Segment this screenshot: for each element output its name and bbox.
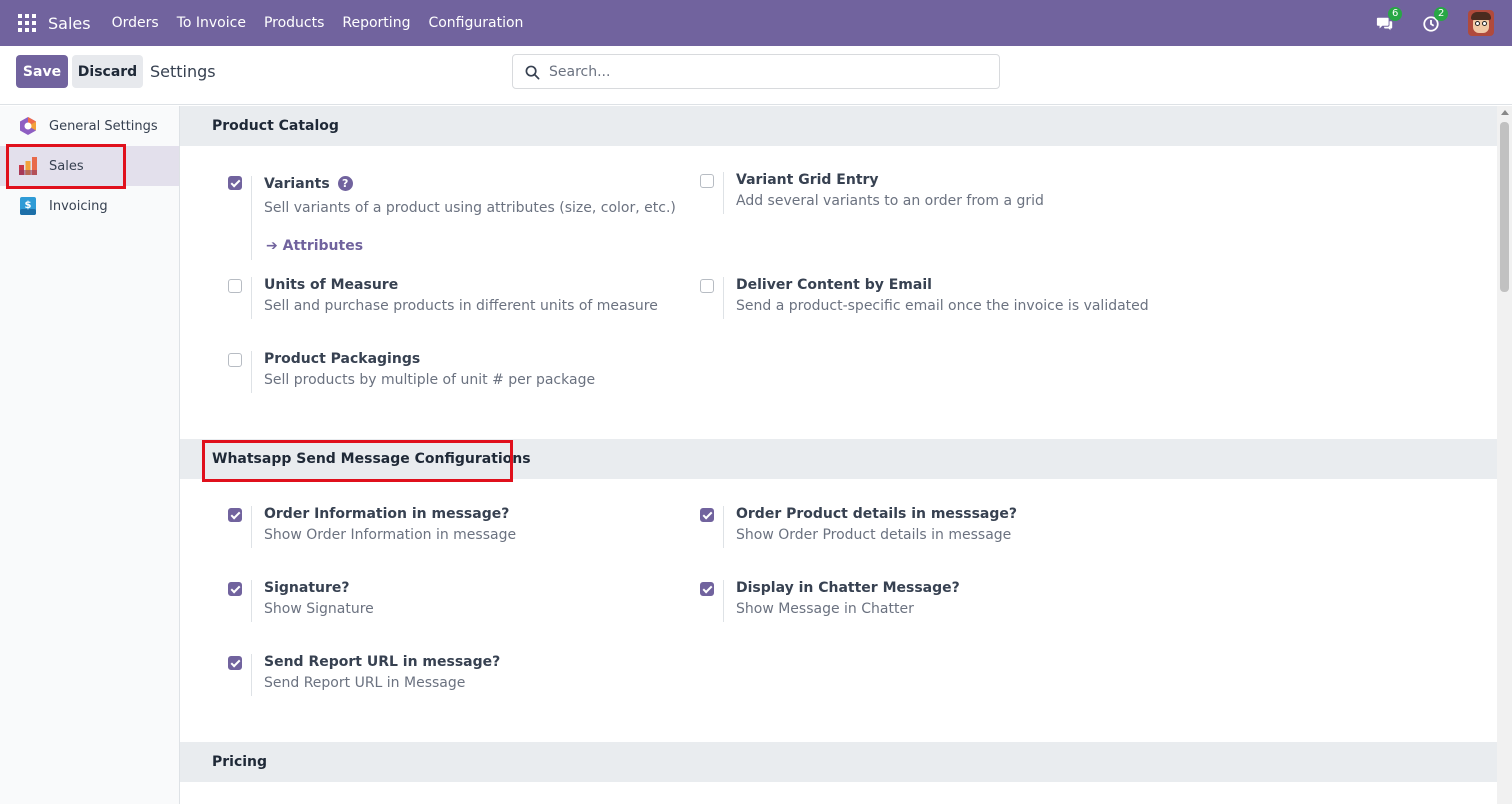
setting-title: Product Packagings (264, 351, 421, 367)
messages-count-badge: 6 (1388, 7, 1403, 21)
attributes-link[interactable]: ➔ Attributes (266, 238, 363, 254)
display-in-chatter-checkbox[interactable] (700, 582, 714, 596)
menu-configuration[interactable]: Configuration (419, 15, 532, 31)
setting-description: Sell and purchase products in different … (264, 298, 658, 314)
section-header-product-catalog: Product Catalog (180, 106, 1497, 146)
menu-products[interactable]: Products (255, 15, 333, 31)
search-box[interactable] (512, 54, 1000, 89)
setting-description: Show Order Information in message (264, 527, 517, 543)
setting-send-report-url: Send Report URL in message? Send Report … (228, 654, 648, 698)
variants-checkbox[interactable] (228, 176, 242, 190)
send-report-url-checkbox[interactable] (228, 656, 242, 670)
setting-description: Send a product-specific email once the i… (736, 298, 1149, 314)
content-scrollbar[interactable] (1497, 106, 1512, 804)
setting-description: Sell variants of a product using attribu… (264, 200, 676, 216)
invoicing-app-icon: $ (18, 196, 38, 216)
setting-order-product-details: Order Product details in messsage? Show … (700, 506, 1120, 550)
section-header-pricing: Pricing (180, 742, 1497, 782)
menu-to-invoice[interactable]: To Invoice (168, 15, 255, 31)
deliver-content-by-email-checkbox[interactable] (700, 279, 714, 293)
setting-description: Add several variants to an order from a … (736, 193, 1044, 209)
product-packagings-checkbox[interactable] (228, 353, 242, 367)
activities-count-badge: 2 (1434, 7, 1449, 21)
settings-content: Product Catalog Variants? Sell variants … (180, 106, 1497, 804)
top-navbar: Sales Orders To Invoice Products Reporti… (0, 0, 1512, 46)
scrollbar-thumb[interactable] (1500, 122, 1509, 292)
navbar-systray: 6 2 (1376, 0, 1512, 46)
order-information-checkbox[interactable] (228, 508, 242, 522)
section-title: Pricing (212, 754, 268, 770)
order-product-details-checkbox[interactable] (700, 508, 714, 522)
activities-button[interactable]: 2 (1422, 7, 1449, 33)
app-brand[interactable]: Sales (48, 14, 91, 33)
setting-variants: Variants? Sell variants of a product usi… (228, 176, 676, 262)
page-title: Settings (150, 62, 216, 81)
setting-title: Display in Chatter Message? (736, 580, 960, 596)
sidebar-item-label: General Settings (49, 118, 158, 134)
setting-signature: Signature? Show Signature (228, 580, 648, 624)
signature-checkbox[interactable] (228, 582, 242, 596)
arrow-right-icon: ➔ (266, 238, 283, 254)
setting-title: Variants? (264, 176, 353, 192)
sidebar-item-general-settings[interactable]: General Settings (0, 106, 179, 146)
highlight-box-sales (6, 144, 126, 189)
setting-deliver-content-by-email: Deliver Content by Email Send a product-… (700, 277, 1149, 321)
sidebar-item-invoicing[interactable]: $ Invoicing (0, 186, 179, 226)
svg-text:$: $ (25, 200, 32, 211)
setting-description: Send Report URL in Message (264, 675, 466, 691)
search-icon (525, 65, 540, 80)
settings-sidebar: General Settings Sales $ Invoicing (0, 106, 180, 804)
scroll-up-arrow-icon[interactable] (1501, 110, 1509, 115)
control-panel: Save Discard Settings (0, 46, 1512, 105)
setting-title: Order Information in message? (264, 506, 510, 522)
setting-title: Deliver Content by Email (736, 277, 932, 293)
variant-grid-entry-checkbox[interactable] (700, 174, 714, 188)
apps-menu-icon[interactable] (18, 14, 36, 32)
save-button[interactable]: Save (16, 55, 68, 88)
section-title: Product Catalog (212, 118, 339, 134)
sidebar-item-label: Invoicing (49, 198, 108, 214)
messaging-button[interactable]: 6 (1376, 7, 1403, 33)
setting-title: Signature? (264, 580, 350, 596)
setting-title: Send Report URL in message? (264, 654, 501, 670)
setting-description: Show Signature (264, 601, 374, 617)
search-input[interactable] (549, 55, 989, 88)
menu-orders[interactable]: Orders (103, 15, 168, 31)
user-avatar[interactable] (1468, 10, 1494, 36)
menu-reporting[interactable]: Reporting (333, 15, 419, 31)
setting-display-in-chatter: Display in Chatter Message? Show Message… (700, 580, 1120, 624)
setting-description: Sell products by multiple of unit # per … (264, 372, 596, 388)
setting-variant-grid-entry: Variant Grid Entry Add several variants … (700, 172, 1120, 216)
help-icon[interactable]: ? (337, 176, 353, 191)
highlight-box-whatsapp (202, 440, 513, 482)
setting-description: Show Message in Chatter (736, 601, 914, 617)
setting-units-of-measure: Units of Measure Sell and purchase produ… (228, 277, 658, 321)
setting-title: Order Product details in messsage? (736, 506, 1018, 522)
setting-order-information: Order Information in message? Show Order… (228, 506, 648, 550)
setting-description: Show Order Product details in message (736, 527, 1012, 543)
setting-title: Variant Grid Entry (736, 172, 879, 188)
setting-product-packagings: Product Packagings Sell products by mult… (228, 351, 648, 395)
setting-title: Units of Measure (264, 277, 399, 293)
discard-button[interactable]: Discard (72, 55, 143, 88)
general-settings-icon (18, 116, 38, 136)
units-of-measure-checkbox[interactable] (228, 279, 242, 293)
